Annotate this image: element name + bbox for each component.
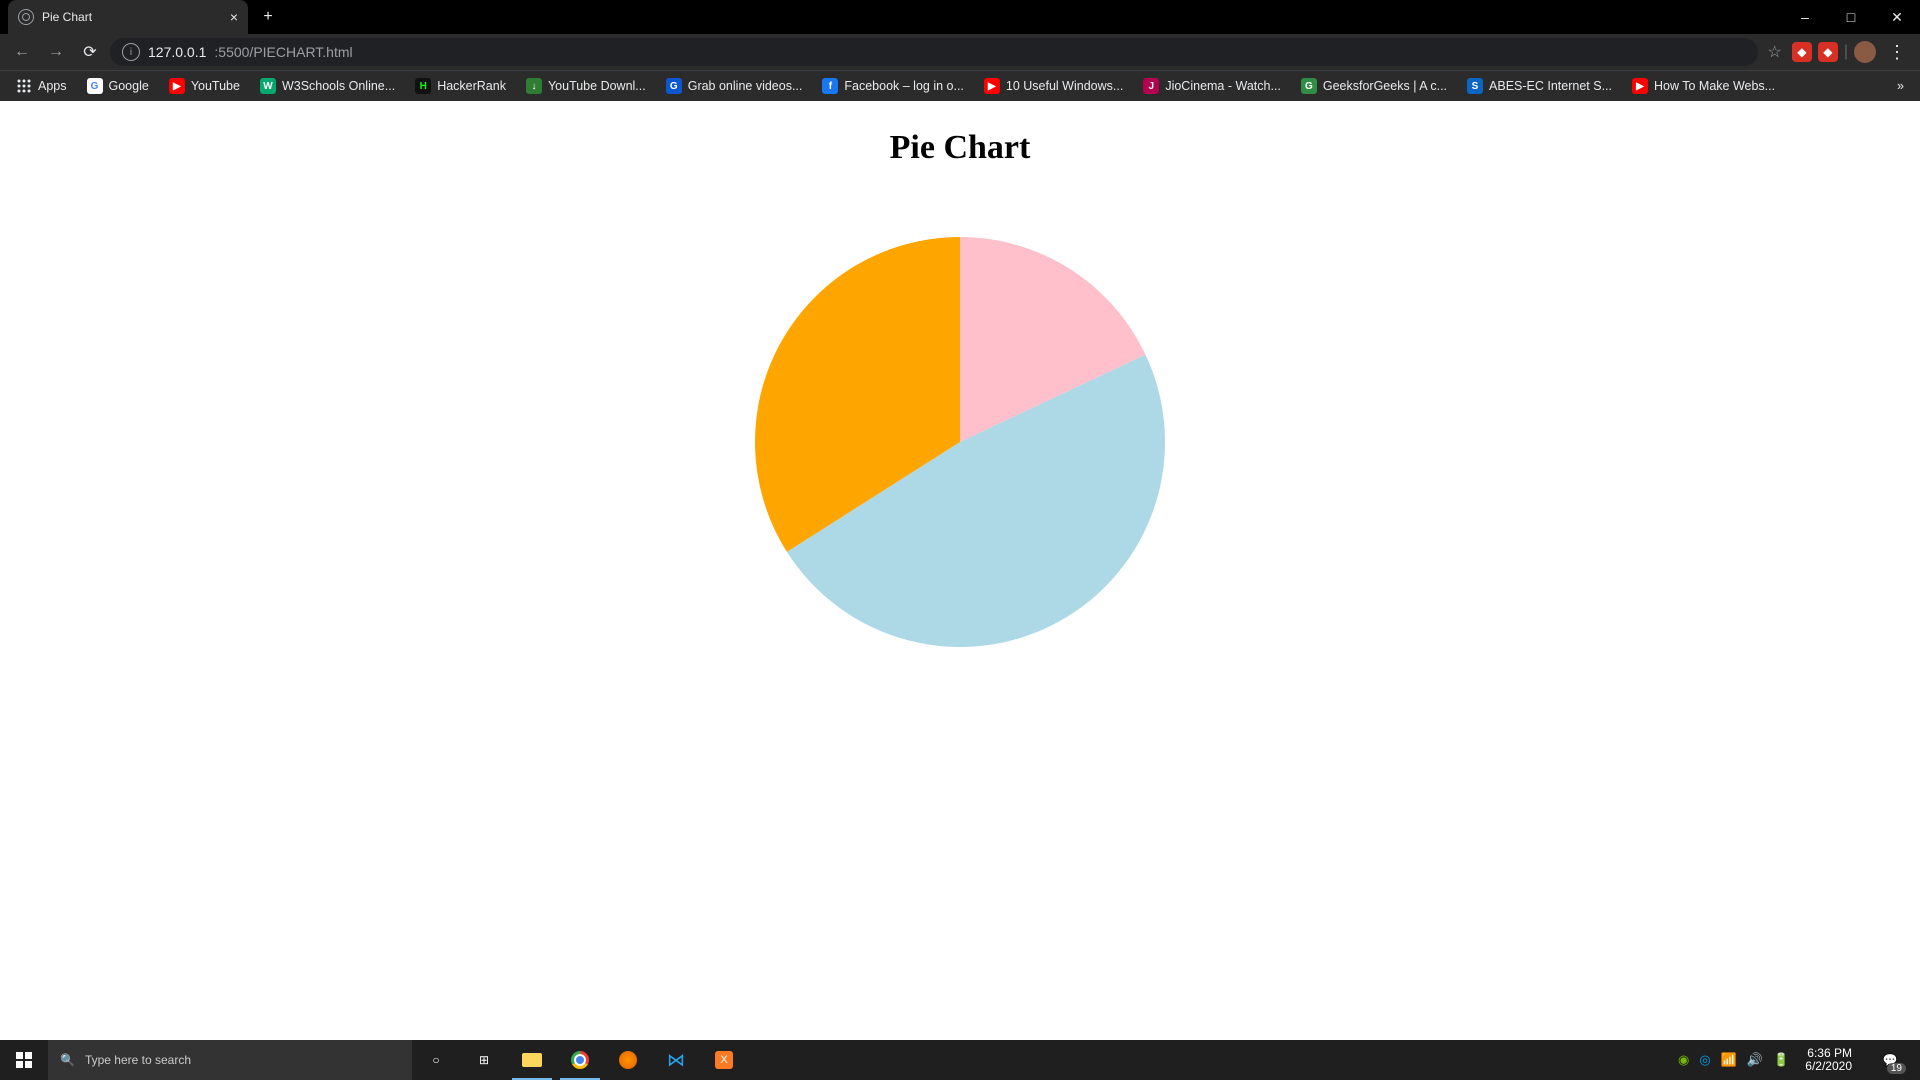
forward-button[interactable]: → xyxy=(42,38,70,66)
taskbar-pinned-apps: ○ ⊞ ⋈ X xyxy=(412,1040,748,1080)
bookmarks-bar: Apps G Google ▶ YouTube W W3Schools Online...… xyxy=(0,70,1920,101)
chart-area xyxy=(0,237,1920,647)
bookmark-favicon-icon: ▶ xyxy=(1632,78,1648,94)
bookmark-label: Apps xyxy=(38,79,67,93)
bookmark-label: Google xyxy=(109,79,149,93)
bookmark-item[interactable]: J JioCinema - Watch... xyxy=(1135,74,1289,98)
bookmark-favicon-icon: ↓ xyxy=(526,78,542,94)
browser-titlebar: Pie Chart × + – □ ✕ xyxy=(0,0,1920,34)
task-view-icon[interactable]: ⊞ xyxy=(460,1040,508,1080)
taskbar-clock[interactable]: 6:36 PM 6/2/2020 xyxy=(1799,1047,1858,1073)
chart-title: Pie Chart xyxy=(0,129,1920,167)
bookmark-item[interactable]: ▶ How To Make Webs... xyxy=(1624,74,1783,98)
taskbar-search[interactable]: 🔍 Type here to search xyxy=(48,1040,412,1080)
bookmark-item[interactable]: G GeeksforGeeks | A c... xyxy=(1293,74,1455,98)
bookmark-favicon-icon: G xyxy=(666,78,682,94)
xampp-icon[interactable]: X xyxy=(700,1040,748,1080)
bookmark-favicon-icon: ▶ xyxy=(984,78,1000,94)
search-icon: 🔍 xyxy=(60,1053,75,1067)
chrome-icon[interactable] xyxy=(556,1040,604,1080)
bookmark-favicon-icon: ▶ xyxy=(169,78,185,94)
bookmark-label: GeeksforGeeks | A c... xyxy=(1323,79,1447,93)
minimize-button[interactable]: – xyxy=(1782,0,1828,34)
browser-tab[interactable]: Pie Chart × xyxy=(8,0,248,34)
bookmark-favicon-icon: f xyxy=(822,78,838,94)
bookmark-apps[interactable]: Apps xyxy=(8,74,75,98)
bookmark-favicon-icon: S xyxy=(1467,78,1483,94)
extension-icon[interactable]: ◆ xyxy=(1792,42,1812,62)
search-placeholder: Type here to search xyxy=(85,1053,191,1067)
bookmark-item[interactable]: ▶ 10 Useful Windows... xyxy=(976,74,1131,98)
bookmark-label: HackerRank xyxy=(437,79,506,93)
bookmark-label: YouTube Downl... xyxy=(548,79,646,93)
bookmark-label: ABES-EC Internet S... xyxy=(1489,79,1612,93)
close-window-button[interactable]: ✕ xyxy=(1874,0,1920,34)
bookmark-favicon-icon: G xyxy=(87,78,103,94)
tray-nvidia-icon[interactable]: ◉ xyxy=(1678,1052,1689,1068)
firefox-icon[interactable] xyxy=(604,1040,652,1080)
windows-taskbar: 🔍 Type here to search ○ ⊞ ⋈ X ◉ ◎ 📶 🔊 🔋 … xyxy=(0,1040,1920,1080)
bookmark-star-icon[interactable]: ☆ xyxy=(1764,42,1786,62)
bookmark-favicon-icon: G xyxy=(1301,78,1317,94)
system-tray: ◉ ◎ 📶 🔊 🔋 6:36 PM 6/2/2020 💬19 xyxy=(1670,1040,1920,1080)
bookmark-item[interactable]: H HackerRank xyxy=(407,74,514,98)
back-button[interactable]: ← xyxy=(8,38,36,66)
file-explorer-icon[interactable] xyxy=(508,1040,556,1080)
site-info-icon[interactable]: i xyxy=(122,43,140,61)
extension-icon[interactable]: ◆ xyxy=(1818,42,1838,62)
bookmark-favicon-icon: W xyxy=(260,78,276,94)
browser-toolbar: ← → ⟳ i 127.0.0.1 :5500/PIECHART.html ☆ ◆… xyxy=(0,34,1920,70)
bookmark-item[interactable]: ↓ YouTube Downl... xyxy=(518,74,654,98)
bookmark-item[interactable]: S ABES-EC Internet S... xyxy=(1459,74,1620,98)
cortana-icon[interactable]: ○ xyxy=(412,1040,460,1080)
pie-chart xyxy=(755,237,1165,647)
clock-date: 6/2/2020 xyxy=(1805,1060,1852,1073)
bookmark-item[interactable]: f Facebook – log in o... xyxy=(814,74,972,98)
chrome-menu-icon[interactable]: ⋮ xyxy=(1882,42,1912,63)
bookmark-label: W3Schools Online... xyxy=(282,79,395,93)
page-content: Pie Chart xyxy=(0,101,1920,1061)
tray-battery-icon[interactable]: 🔋 xyxy=(1773,1052,1789,1068)
tray-app-icon[interactable]: ◎ xyxy=(1699,1052,1710,1068)
bookmark-list: G Google ▶ YouTube W W3Schools Online... H Hack… xyxy=(79,74,1784,98)
apps-grid-icon xyxy=(16,78,32,94)
bookmarks-overflow-icon[interactable]: » xyxy=(1889,79,1912,93)
bookmark-label: Grab online videos... xyxy=(688,79,803,93)
bookmark-label: 10 Useful Windows... xyxy=(1006,79,1123,93)
maximize-button[interactable]: □ xyxy=(1828,0,1874,34)
vscode-icon[interactable]: ⋈ xyxy=(652,1040,700,1080)
bookmark-item[interactable]: G Grab online videos... xyxy=(658,74,811,98)
bookmark-item[interactable]: ▶ YouTube xyxy=(161,74,248,98)
bookmark-item[interactable]: W W3Schools Online... xyxy=(252,74,403,98)
tray-volume-icon[interactable]: 🔊 xyxy=(1747,1052,1763,1068)
reload-button[interactable]: ⟳ xyxy=(76,38,104,66)
start-button[interactable] xyxy=(0,1040,48,1080)
tray-wifi-icon[interactable]: 📶 xyxy=(1721,1052,1737,1068)
window-controls: – □ ✕ xyxy=(1782,0,1920,34)
bookmark-favicon-icon: H xyxy=(415,78,431,94)
profile-avatar-icon[interactable] xyxy=(1854,41,1876,63)
url-host: 127.0.0.1 xyxy=(148,44,206,60)
page-favicon-icon xyxy=(18,9,34,25)
new-tab-button[interactable]: + xyxy=(254,3,282,31)
tab-title: Pie Chart xyxy=(42,10,222,24)
address-bar[interactable]: i 127.0.0.1 :5500/PIECHART.html xyxy=(110,38,1758,66)
bookmark-item[interactable]: G Google xyxy=(79,74,157,98)
bookmark-label: Facebook – log in o... xyxy=(844,79,964,93)
bookmark-favicon-icon: J xyxy=(1143,78,1159,94)
notification-count: 19 xyxy=(1887,1063,1906,1074)
bookmark-label: How To Make Webs... xyxy=(1654,79,1775,93)
extensions-divider: | xyxy=(1844,43,1848,61)
tab-close-icon[interactable]: × xyxy=(230,9,238,25)
bookmark-label: YouTube xyxy=(191,79,240,93)
action-center-icon[interactable]: 💬19 xyxy=(1868,1040,1912,1080)
url-path: :5500/PIECHART.html xyxy=(214,44,352,60)
bookmark-label: JioCinema - Watch... xyxy=(1165,79,1281,93)
